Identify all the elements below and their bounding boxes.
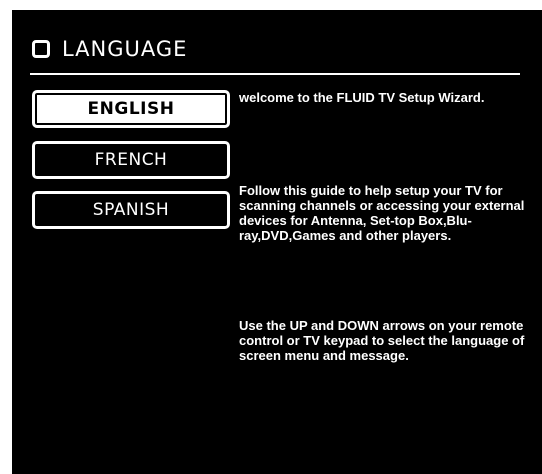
square-outline-icon [32, 40, 50, 58]
language-option-english[interactable]: ENGLISH [32, 90, 230, 128]
page-title: LANGUAGE [62, 37, 188, 61]
guide-text: Follow this guide to help setup your TV … [239, 183, 525, 243]
setup-wizard-screen: LANGUAGE ENGLISH FRENCH SPANISH welcome … [12, 10, 542, 474]
header: LANGUAGE [32, 34, 187, 64]
header-divider [30, 73, 520, 75]
instructions-text: Use the UP and DOWN arrows on your remot… [239, 318, 525, 363]
language-option-spanish[interactable]: SPANISH [32, 191, 230, 229]
language-option-french[interactable]: FRENCH [32, 141, 230, 179]
welcome-text: welcome to the FLUID TV Setup Wizard. [239, 90, 485, 105]
